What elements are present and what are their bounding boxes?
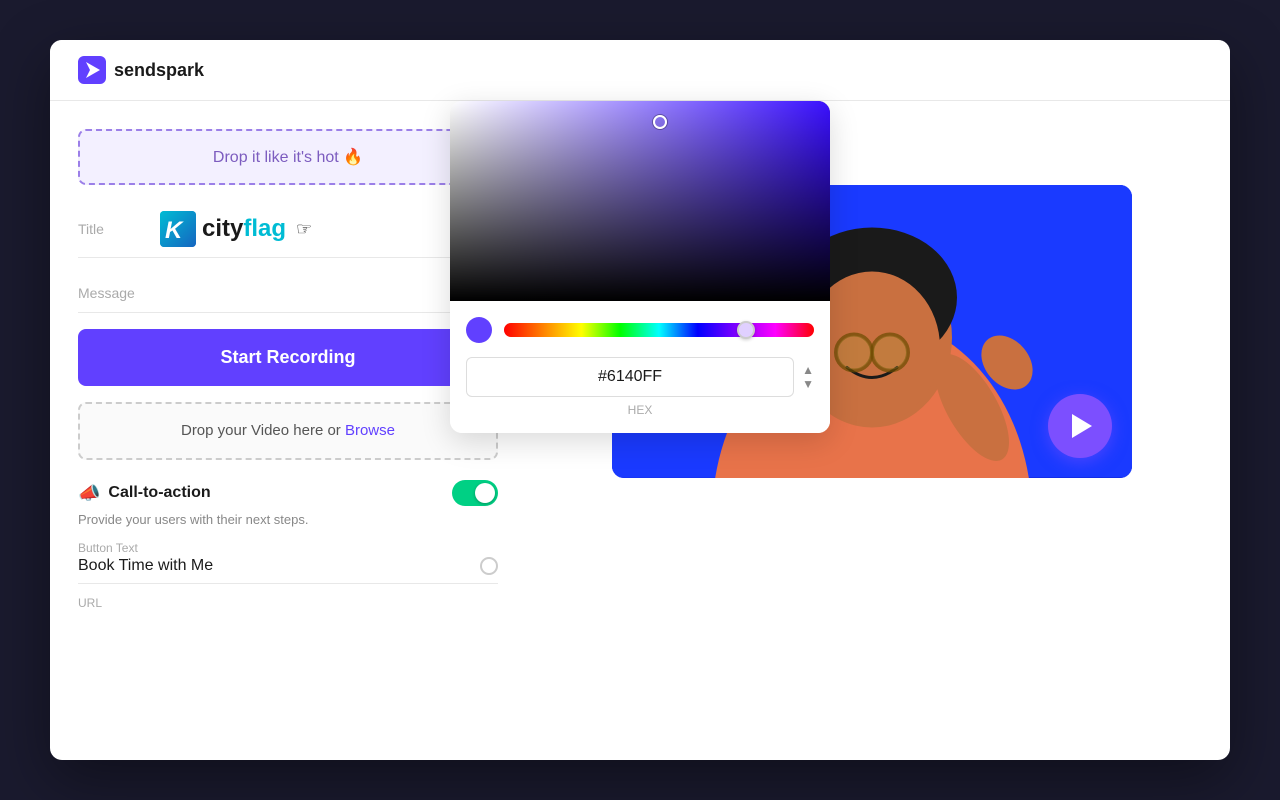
play-triangle [1072, 414, 1092, 438]
title-label: Title [78, 221, 148, 237]
video-drop-zone[interactable]: Drop your Video here or Browse [78, 402, 498, 460]
hex-arrows: ▲ ▼ [802, 364, 814, 390]
color-swatch [466, 317, 492, 343]
main-content: Drop it like it's hot 🔥 Title [50, 101, 1230, 760]
hex-input-wrapper[interactable]: #6140FF [466, 357, 794, 397]
cta-title-group: 📣 Call-to-action [78, 483, 211, 504]
button-text-field: Button Text Book Time with Me [78, 541, 498, 584]
color-picker-popup: #6140FF ▲ ▼ HEX [450, 101, 830, 433]
cityflag-text: cityflag [202, 215, 286, 243]
hex-label: HEX [466, 403, 814, 417]
logo-text: sendspark [114, 60, 204, 81]
hex-down-arrow[interactable]: ▼ [802, 378, 814, 390]
hue-slider[interactable] [504, 323, 814, 337]
drop-zone-header-text: Drop it like it's hot 🔥 [213, 149, 363, 166]
hex-row: #6140FF ▲ ▼ [466, 357, 814, 397]
button-text-row: Book Time with Me [78, 557, 498, 584]
message-field-row: Message [78, 274, 498, 313]
toggle-knob [475, 483, 495, 503]
url-field: URL [78, 596, 498, 610]
button-text-radio[interactable] [480, 557, 498, 575]
sendspark-logo-icon [78, 56, 106, 84]
svg-text:K: K [165, 217, 184, 244]
cta-title: Call-to-action [108, 484, 210, 502]
title-value-area: K cityflag ☞ [160, 211, 468, 247]
hex-value: #6140FF [483, 368, 777, 386]
color-gradient-area[interactable] [450, 101, 830, 301]
hue-thumb [737, 321, 755, 339]
cta-toggle[interactable] [452, 480, 498, 506]
cityflag-icon: K [160, 211, 196, 247]
logo: sendspark [78, 56, 204, 84]
cta-icon: 📣 [78, 483, 100, 504]
cityflag-logo: K cityflag ☞ [160, 211, 312, 247]
hex-up-arrow[interactable]: ▲ [802, 364, 814, 376]
cursor-icon: ☞ [296, 219, 312, 240]
left-panel: Drop it like it's hot 🔥 Title [78, 129, 498, 732]
drop-text-before-link: Drop your Video here or [181, 422, 345, 439]
cta-header: 📣 Call-to-action [78, 480, 498, 506]
color-cursor [653, 115, 667, 129]
hue-row [466, 317, 814, 343]
browse-link[interactable]: Browse [345, 422, 395, 439]
color-controls: #6140FF ▲ ▼ HEX [450, 301, 830, 433]
play-button[interactable] [1048, 394, 1112, 458]
cta-description: Provide your users with their next steps… [78, 512, 498, 527]
button-text-label: Button Text [78, 541, 498, 555]
url-label: URL [78, 596, 498, 610]
title-field-row: Title [78, 201, 498, 258]
video-drop-text: Drop your Video here or Browse [181, 422, 395, 439]
message-label: Message [78, 285, 148, 301]
cta-section: 📣 Call-to-action Provide your users with… [78, 480, 498, 610]
start-recording-button[interactable]: Start Recording [78, 329, 498, 386]
drop-zone-header[interactable]: Drop it like it's hot 🔥 [78, 129, 498, 185]
button-text-value: Book Time with Me [78, 557, 480, 575]
app-header: sendspark [50, 40, 1230, 101]
